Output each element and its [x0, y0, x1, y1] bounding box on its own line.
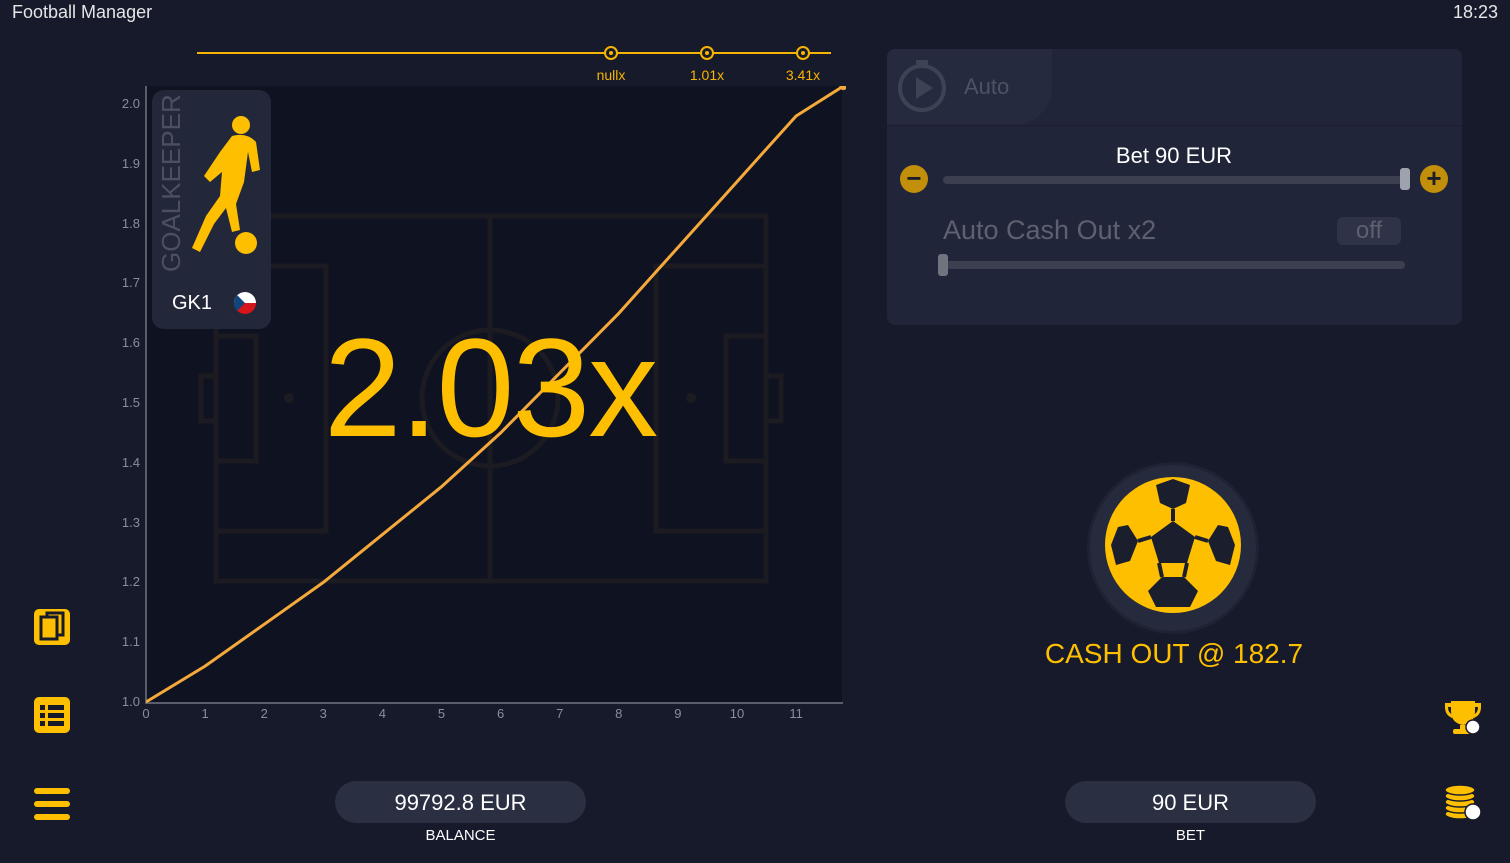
- y-tick-label: 1.5: [121, 395, 140, 410]
- x-tick-label: 8: [615, 706, 623, 721]
- y-tick-label: 1.1: [121, 634, 140, 650]
- x-tick-label: 1: [201, 706, 209, 721]
- player-name: GK1: [172, 292, 213, 314]
- bet-slider-handle[interactable]: [1400, 168, 1410, 190]
- bet-slider[interactable]: [943, 176, 1405, 184]
- cash-out-button[interactable]: [1090, 465, 1256, 631]
- current-multiplier: 2.03x: [323, 309, 658, 466]
- player-card: GOALKEEPER GK1: [152, 90, 271, 329]
- balance-display: 99792.8 EUR: [335, 781, 586, 823]
- coins-icon[interactable]: [1443, 784, 1483, 824]
- x-tick-label: 10: [729, 706, 745, 721]
- minus-icon[interactable]: −: [900, 165, 928, 193]
- x-tick-label: 0: [142, 706, 150, 721]
- history-dot[interactable]: [796, 46, 810, 60]
- y-tick-label: 1.3: [121, 514, 140, 530]
- history-dot[interactable]: [604, 46, 618, 60]
- auto-cashout-label: Auto Cash Out x2: [943, 215, 1157, 245]
- balance-caption: BALANCE: [425, 827, 496, 844]
- goalkeeper-silhouette-icon: [192, 116, 260, 254]
- history-label: nullx: [596, 67, 626, 83]
- history-label: 3.41x: [785, 67, 821, 83]
- y-tick-label: 1.7: [121, 275, 140, 291]
- app-title: Football Manager: [12, 2, 153, 22]
- auto-cashout-slider[interactable]: [943, 261, 1405, 269]
- y-tick-label: 1.9: [121, 155, 140, 171]
- hamburger-menu-icon[interactable]: [32, 784, 72, 824]
- y-tick-label: 1.4: [121, 454, 140, 470]
- x-tick-label: 4: [378, 706, 386, 721]
- stopwatch-play-icon[interactable]: [896, 60, 948, 112]
- x-tick-label: 6: [496, 706, 505, 721]
- x-tick-label: 5: [437, 706, 446, 721]
- y-tick-label: 1.2: [121, 574, 140, 590]
- y-tick-label: 1.8: [121, 215, 140, 231]
- auto-cashout-toggle[interactable]: off: [1337, 217, 1401, 245]
- list-icon[interactable]: [32, 695, 72, 735]
- x-tick-label: 7: [556, 706, 564, 721]
- history-line: [197, 52, 831, 54]
- soccer-ball-icon: [1105, 477, 1241, 613]
- history-label: 1.01x: [689, 67, 725, 83]
- y-tick-label: 2.0: [121, 96, 140, 111]
- history-dot[interactable]: [700, 46, 714, 60]
- bet-caption: BET: [1175, 827, 1206, 844]
- x-tick-label: 3: [319, 706, 327, 721]
- panel-divider: [887, 125, 1462, 126]
- player-role: GOALKEEPER: [156, 94, 186, 272]
- copy-document-icon[interactable]: [32, 607, 72, 647]
- bet-display: 90 EUR: [1065, 781, 1316, 823]
- bet-amount-label: Bet 90 EUR: [1115, 143, 1233, 168]
- plus-icon[interactable]: +: [1420, 165, 1448, 193]
- x-tick-label: 11: [789, 706, 803, 721]
- tab-auto-label: Auto: [964, 74, 1010, 99]
- x-tick-label: 9: [674, 706, 682, 721]
- cash-out-label: CASH OUT @ 182.7: [1044, 638, 1304, 669]
- czech-flag-icon: [234, 292, 256, 314]
- auto-cashout-slider-handle[interactable]: [938, 254, 948, 276]
- trophy-icon[interactable]: [1443, 697, 1483, 737]
- y-tick-label: 1.6: [121, 335, 140, 351]
- clock: 18:23: [1452, 2, 1498, 22]
- x-tick-label: 2: [260, 706, 268, 721]
